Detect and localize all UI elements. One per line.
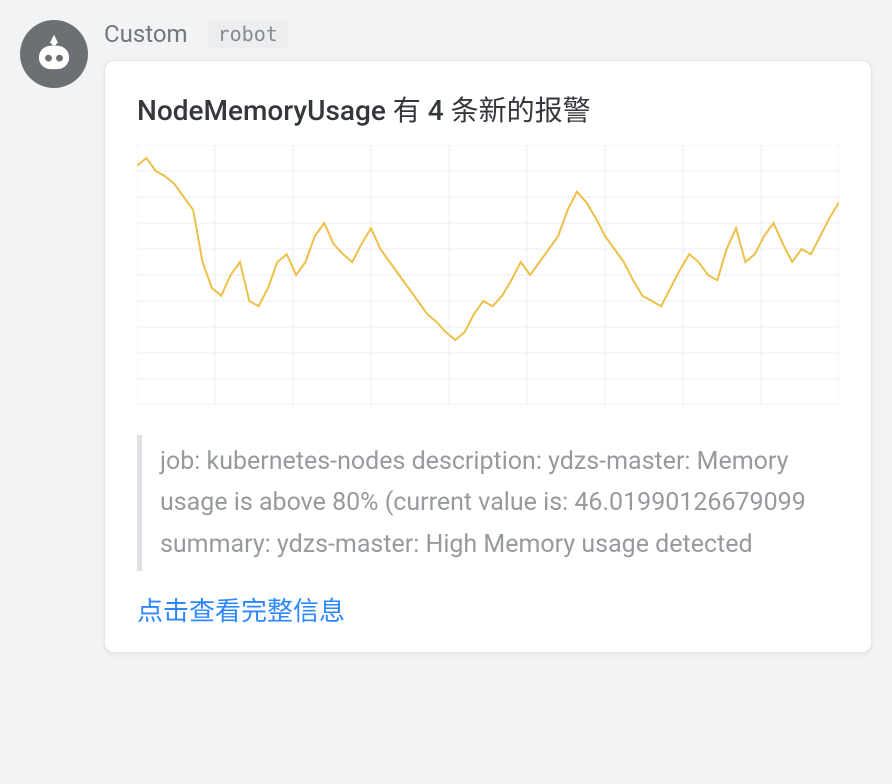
bot-icon [32, 32, 76, 76]
sender-name: Custom [104, 20, 188, 48]
view-more-link[interactable]: 点击查看完整信息 [137, 591, 839, 628]
detail-text: job: kubernetes-nodes description: ydzs-… [160, 441, 839, 565]
message-header: Custom robot [104, 20, 872, 48]
chart-panel [137, 145, 839, 405]
sender-badge: robot [208, 20, 288, 48]
card-title: NodeMemoryUsage 有 4 条新的报警 [137, 89, 839, 129]
message-card: NodeMemoryUsage 有 4 条新的报警 job: kubernete… [104, 60, 872, 653]
avatar [20, 20, 88, 88]
detail-block: job: kubernetes-nodes description: ydzs-… [137, 435, 839, 571]
